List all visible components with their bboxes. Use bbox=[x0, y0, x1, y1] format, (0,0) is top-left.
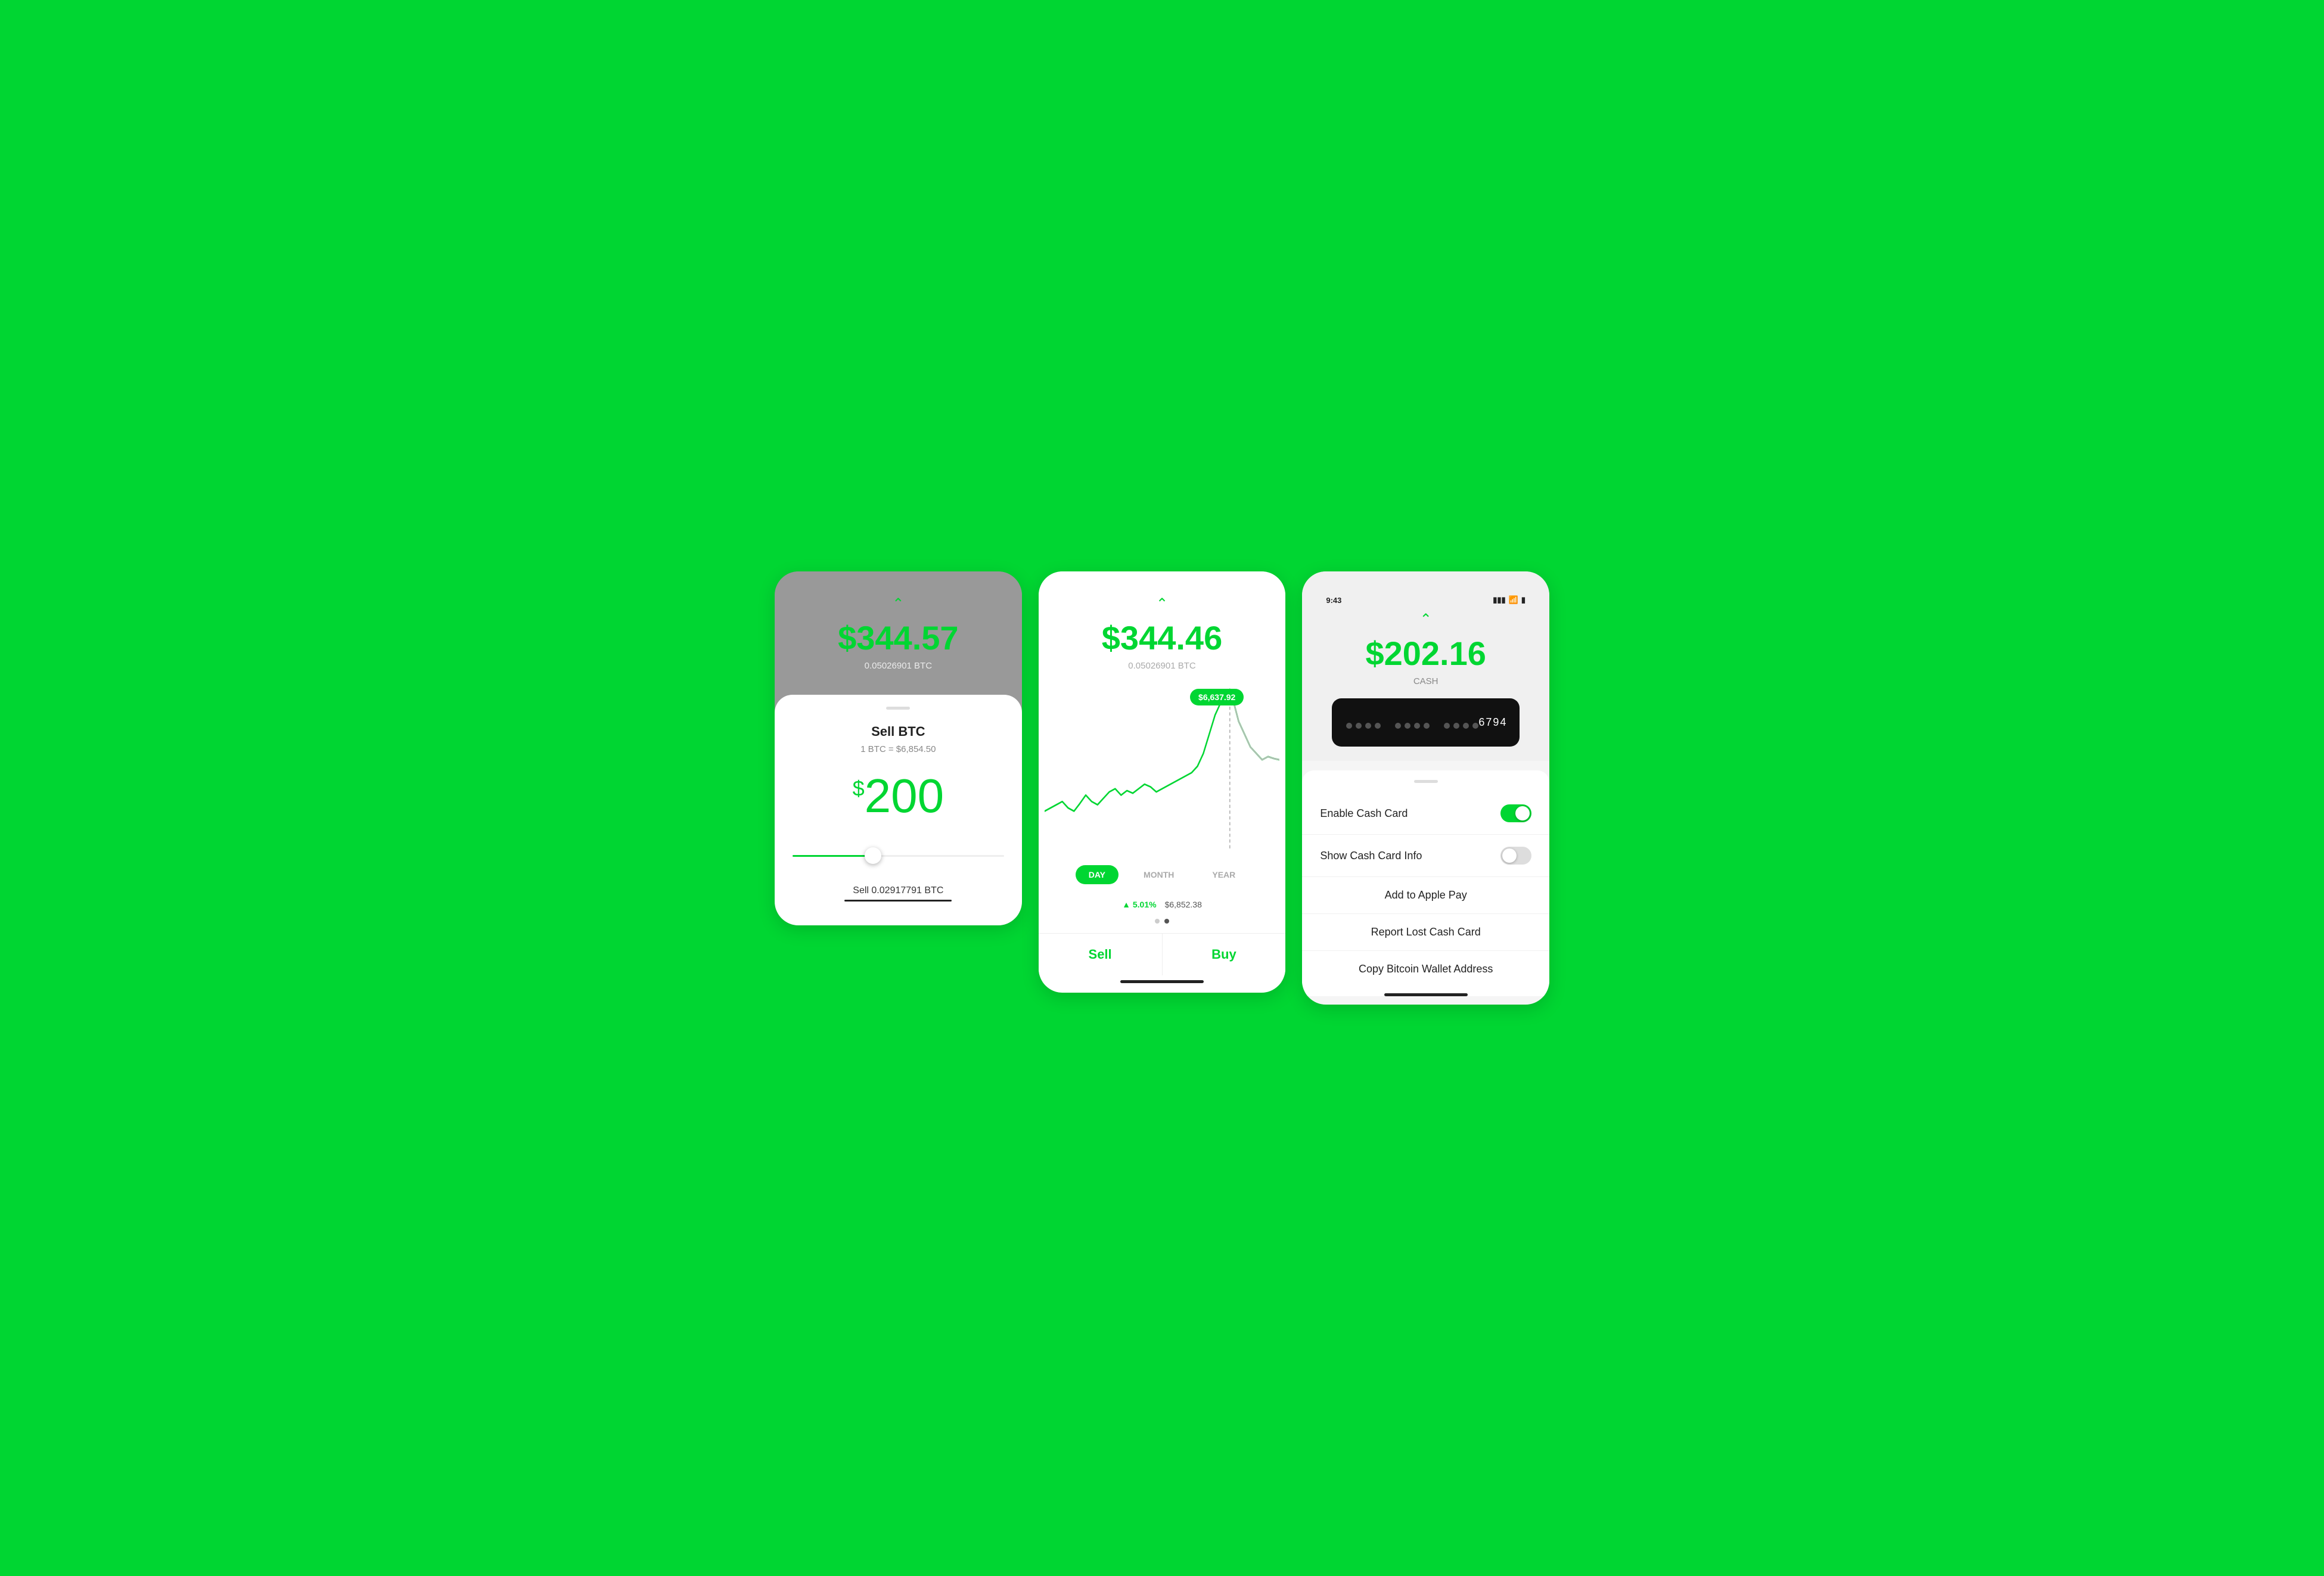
change-price: $6,852.38 bbox=[1165, 900, 1202, 909]
time-btn-day[interactable]: DAY bbox=[1076, 865, 1118, 884]
enable-cash-card-toggle[interactable] bbox=[1500, 804, 1531, 822]
card-circle bbox=[1472, 723, 1478, 729]
add-to-apple-pay-label: Add to Apple Pay bbox=[1385, 889, 1467, 901]
card-circle bbox=[1346, 723, 1352, 729]
show-cash-card-info-row: Show Cash Card Info bbox=[1302, 835, 1549, 877]
sell-slider[interactable] bbox=[793, 844, 1004, 868]
sell-bottom-sheet: Sell BTC 1 BTC = $6,854.50 $200 Sell 0.0… bbox=[775, 695, 1022, 925]
card-dot-group-2 bbox=[1395, 723, 1430, 729]
card-circle bbox=[1453, 723, 1459, 729]
show-cash-card-info-toggle[interactable] bbox=[1500, 847, 1531, 865]
sell-underline bbox=[844, 900, 952, 902]
time-selector: DAY MONTH YEAR bbox=[1039, 859, 1286, 890]
page-dots bbox=[1039, 919, 1286, 924]
sell-amount-value[interactable]: 200 bbox=[865, 769, 944, 822]
signal-icon: ▮▮▮ bbox=[1493, 595, 1505, 605]
chevron-up-icon-2[interactable]: ⌃ bbox=[1057, 595, 1268, 613]
battery-icon: ▮ bbox=[1521, 595, 1525, 605]
chevron-up-icon[interactable]: ⌃ bbox=[793, 595, 1004, 613]
wifi-icon: 📶 bbox=[1509, 595, 1518, 605]
card-circle bbox=[1365, 723, 1371, 729]
screens-container: ⌃ $344.57 0.05026901 BTC Sell BTC 1 BTC … bbox=[775, 571, 1549, 1005]
home-bar-3 bbox=[1384, 993, 1468, 996]
status-bar: 9:43 ▮▮▮ 📶 ▮ bbox=[1320, 595, 1531, 605]
card-circle bbox=[1444, 723, 1450, 729]
slider-thumb[interactable] bbox=[865, 847, 881, 864]
cash-label: CASH bbox=[1320, 676, 1531, 686]
report-lost-cash-card-row[interactable]: Report Lost Cash Card bbox=[1302, 914, 1549, 951]
btc-amount-2: 0.05026901 BTC bbox=[1057, 661, 1268, 671]
dot-2 bbox=[1164, 919, 1169, 924]
card-circle bbox=[1463, 723, 1469, 729]
card-dot-group-1 bbox=[1346, 723, 1381, 729]
sell-amount: $200 bbox=[793, 772, 1004, 820]
show-cash-card-info-label: Show Cash Card Info bbox=[1320, 850, 1422, 862]
chart-svg bbox=[1045, 683, 1280, 850]
cash-balance: $202.16 bbox=[1320, 634, 1531, 673]
btc-balance-2: $344.46 bbox=[1057, 618, 1268, 657]
btc-balance-1: $344.57 bbox=[793, 618, 1004, 657]
status-icons: ▮▮▮ 📶 ▮ bbox=[1493, 595, 1525, 605]
sell-title: Sell BTC bbox=[793, 724, 1004, 739]
dot-1 bbox=[1155, 919, 1160, 924]
sell-button[interactable]: Sell bbox=[1039, 934, 1163, 975]
enable-cash-card-label: Enable Cash Card bbox=[1320, 807, 1408, 820]
chart-stats: ▲ 5.01% $6,852.38 bbox=[1039, 900, 1286, 919]
status-time: 9:43 bbox=[1326, 596, 1341, 605]
card-circle bbox=[1405, 723, 1410, 729]
sell-dollar-sign: $ bbox=[853, 776, 865, 800]
sheet-handle bbox=[886, 707, 910, 710]
sheet-handle-3 bbox=[1414, 780, 1438, 783]
cash-card-visual: 6794 bbox=[1332, 698, 1520, 747]
bitcoin-chart: $6,637.92 bbox=[1039, 683, 1286, 850]
chart-tooltip: $6,637.92 bbox=[1190, 689, 1244, 705]
sell-btc-label: Sell 0.02917791 BTC bbox=[793, 885, 1004, 896]
sell-top-section: ⌃ $344.57 0.05026901 BTC bbox=[775, 571, 1022, 689]
card-circle bbox=[1414, 723, 1420, 729]
change-pct: ▲ 5.01% bbox=[1122, 900, 1156, 909]
report-lost-cash-card-label: Report Lost Cash Card bbox=[1371, 926, 1481, 938]
card-circle bbox=[1356, 723, 1362, 729]
sell-btc-screen: ⌃ $344.57 0.05026901 BTC Sell BTC 1 BTC … bbox=[775, 571, 1022, 925]
btc-amount-1: 0.05026901 BTC bbox=[793, 661, 1004, 671]
chevron-up-icon-3[interactable]: ⌃ bbox=[1320, 611, 1531, 628]
time-btn-month[interactable]: MONTH bbox=[1130, 865, 1187, 884]
chart-top-section: ⌃ $344.46 0.05026901 BTC bbox=[1039, 571, 1286, 683]
cash-card-screen: 9:43 ▮▮▮ 📶 ▮ ⌃ $202.16 CASH bbox=[1302, 571, 1549, 1005]
action-buttons: Sell Buy bbox=[1039, 933, 1286, 975]
card-circle bbox=[1395, 723, 1401, 729]
buy-button[interactable]: Buy bbox=[1163, 934, 1286, 975]
home-bar-2 bbox=[1120, 980, 1204, 983]
card-dot-group-3 bbox=[1444, 723, 1478, 729]
enable-cash-card-row: Enable Cash Card bbox=[1302, 792, 1549, 835]
sell-rate: 1 BTC = $6,854.50 bbox=[793, 744, 1004, 754]
card-dots bbox=[1346, 723, 1478, 729]
card-last4: 6794 bbox=[1478, 716, 1507, 729]
toggle-knob-2 bbox=[1502, 848, 1517, 863]
card-circle bbox=[1424, 723, 1430, 729]
toggle-knob bbox=[1515, 806, 1530, 820]
copy-bitcoin-wallet-label: Copy Bitcoin Wallet Address bbox=[1359, 963, 1493, 975]
add-to-apple-pay-row[interactable]: Add to Apple Pay bbox=[1302, 877, 1549, 914]
bitcoin-chart-screen: ⌃ $344.46 0.05026901 BTC $6,637.92 DAY M… bbox=[1039, 571, 1286, 993]
options-sheet: Enable Cash Card Show Cash Card Info Add… bbox=[1302, 770, 1549, 996]
time-btn-year[interactable]: YEAR bbox=[1199, 865, 1248, 884]
card-circle bbox=[1375, 723, 1381, 729]
cash-top-section: 9:43 ▮▮▮ 📶 ▮ ⌃ $202.16 CASH bbox=[1302, 571, 1549, 761]
copy-bitcoin-wallet-row[interactable]: Copy Bitcoin Wallet Address bbox=[1302, 951, 1549, 987]
